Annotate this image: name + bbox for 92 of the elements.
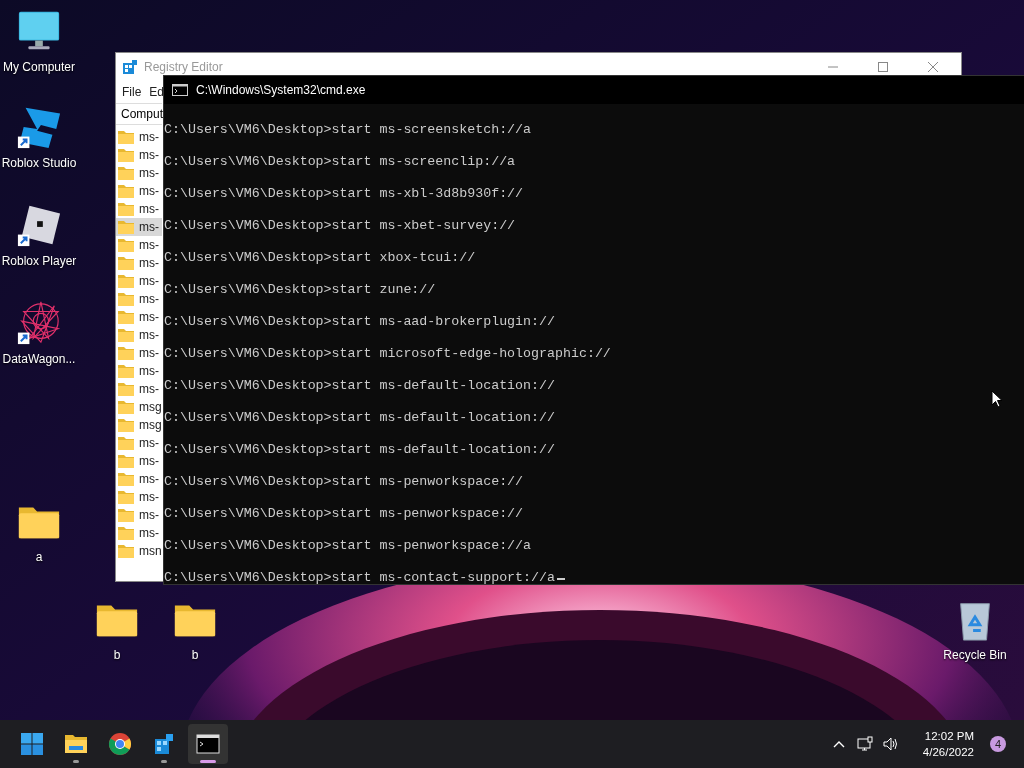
folder-icon [118,202,134,216]
tree-item[interactable]: ms- [116,506,162,524]
folder-icon [118,130,134,144]
icon-label[interactable]: Recycle Bin [943,648,1007,662]
tree-item[interactable]: msg [116,416,162,434]
console-icon [196,732,220,756]
folder-icon [118,166,134,180]
folder-icon [118,274,134,288]
folder-icon [118,328,134,342]
tree-item[interactable]: ms- [116,182,162,200]
console-line: C:\Users\VM6\Desktop>start ms-aad-brokerplugin:// [164,314,556,330]
icon-label[interactable]: Roblox Player [1,254,77,268]
address-bar[interactable]: Comput [116,103,162,125]
console-line: C:\Users\VM6\Desktop>start xbox-tcui:// [164,250,477,266]
tree-item[interactable]: msn [116,542,162,560]
tree-item[interactable]: ms- [116,164,162,182]
console-line: C:\Users\VM6\Desktop>start microsoft-edge-holographic:// [164,346,612,362]
tree-item[interactable]: ms- [116,290,162,308]
folder-icon [118,364,134,378]
folder-icon [118,382,134,396]
app-icon[interactable] [16,300,62,346]
folder-icon [118,544,134,558]
tree-item[interactable]: ms- [116,524,162,542]
console-line: C:\Users\VM6\Desktop>start ms-penworkspace:// [164,474,525,490]
tree-item[interactable]: ms- [116,362,162,380]
console-line: C:\Users\VM6\Desktop>start ms-default-location:// [164,442,556,458]
folder-icon [118,436,134,450]
folder-icon [118,148,134,162]
tree-item[interactable]: ms- [116,380,162,398]
tree-item[interactable]: ms- [116,200,162,218]
folder-icon [118,220,134,234]
tree-item[interactable]: ms- [116,236,162,254]
tree-item[interactable]: ms- [116,326,162,344]
icon-label[interactable]: a [35,550,43,564]
folder-icon [118,256,134,270]
tree-item[interactable]: ms- [116,146,162,164]
icon-label[interactable]: b [113,648,121,662]
folder-icon [118,292,134,306]
console-line: C:\Users\VM6\Desktop>start ms-default-location:// [164,410,556,426]
registry-icon [152,732,176,756]
volume-icon[interactable] [882,736,899,752]
folder-icon [118,472,134,486]
network-icon[interactable] [856,736,873,752]
tree-item[interactable]: msg [116,398,162,416]
browser-icon [108,732,132,756]
folder-icon [118,454,134,468]
tree-item[interactable]: ms- [116,218,162,236]
maximize-icon[interactable] [877,61,889,73]
icon-label[interactable]: Roblox Studio [1,156,77,170]
console-line: C:\Users\VM6\Desktop>start ms-xbet-survey:// [164,218,517,234]
tree-item[interactable]: ms- [116,128,162,146]
console-line: C:\Users\VM6\Desktop>start ms-penworkspace://a [164,538,533,554]
icon-label[interactable]: DataWagon... [2,352,76,366]
taskbar-button[interactable] [188,724,228,764]
console-icon [172,84,188,96]
console-line: C:\Users\VM6\Desktop>start zune:// [164,282,437,298]
console-line: C:\Users\VM6\Desktop>start ms-screenclip://a [164,154,517,170]
tree-item[interactable]: ms- [116,254,162,272]
tree-item[interactable]: ms- [116,308,162,326]
notification-badge[interactable]: 4 [990,736,1006,752]
icon-label[interactable]: b [191,648,199,662]
icon-label[interactable]: My Computer [3,60,75,74]
folder-icon [64,732,88,756]
clock[interactable]: 12:02 PM 4/26/2022 [922,728,974,760]
menu-item[interactable]: File [122,85,142,99]
folder-icon [118,508,134,522]
console-line: C:\Users\VM6\Desktop>start ms-screensketch://a [164,122,533,138]
console-line: C:\Users\VM6\Desktop>start ms-xbl-3d8b930f:// [164,186,525,202]
tree-item[interactable]: ms- [116,488,162,506]
console-line: C:\Users\VM6\Desktop>start ms-contact-support://a [164,570,556,586]
tree-item[interactable]: ms- [116,452,162,470]
folder-icon [118,184,134,198]
menu-item[interactable]: Ed [149,85,165,99]
folder-icon [118,238,134,252]
close-icon[interactable] [927,61,939,73]
window-title: Registry Editor [144,60,223,74]
folder-icon [118,526,134,540]
folder-icon [118,490,134,504]
registry-icon [122,59,138,75]
tree-item[interactable]: ms- [116,272,162,290]
folder-icon [118,310,134,324]
console-line: C:\Users\VM6\Desktop>start ms-default-location:// [164,378,556,394]
folder-icon [118,400,134,414]
tree-item[interactable]: ms- [116,344,162,362]
folder-icon [118,346,134,360]
mouse-pointer-icon [991,390,1003,408]
tree-item[interactable]: ms- [116,434,162,452]
windows-icon [20,732,44,756]
folder-icon [118,418,134,432]
window-title: C:\Windows\System32\cmd.exe [196,83,366,97]
tree-item[interactable]: ms- [116,470,162,488]
console-line: C:\Users\VM6\Desktop>start ms-penworkspace:// [164,506,525,522]
